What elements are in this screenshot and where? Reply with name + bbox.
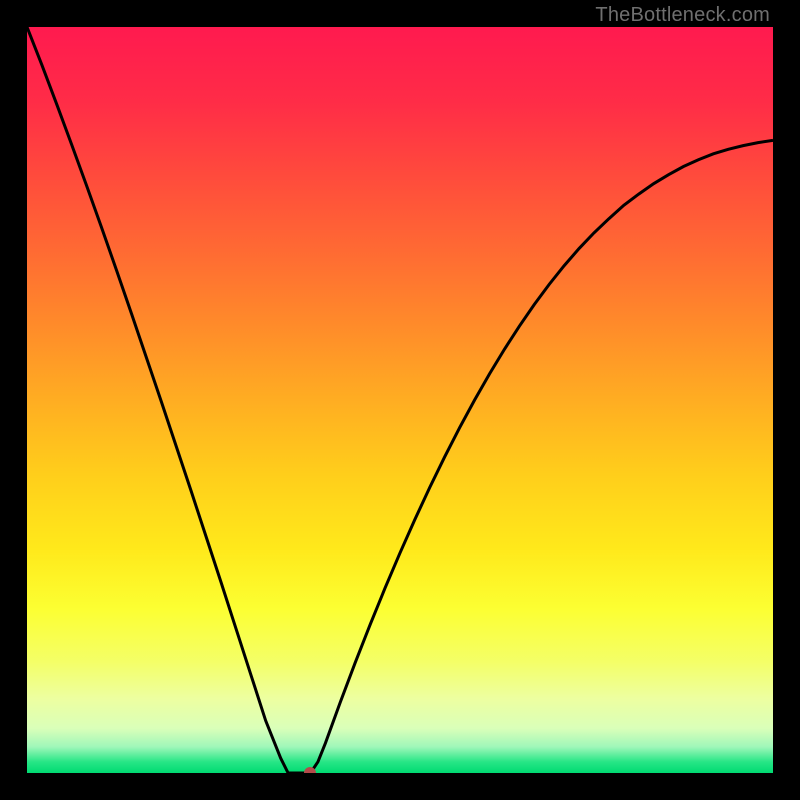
heat-gradient — [27, 27, 773, 773]
watermark-text: TheBottleneck.com — [595, 4, 770, 27]
optimal-point-marker — [304, 767, 316, 773]
chart-frame: TheBottleneck.com — [0, 0, 800, 800]
plot-area — [27, 27, 773, 773]
